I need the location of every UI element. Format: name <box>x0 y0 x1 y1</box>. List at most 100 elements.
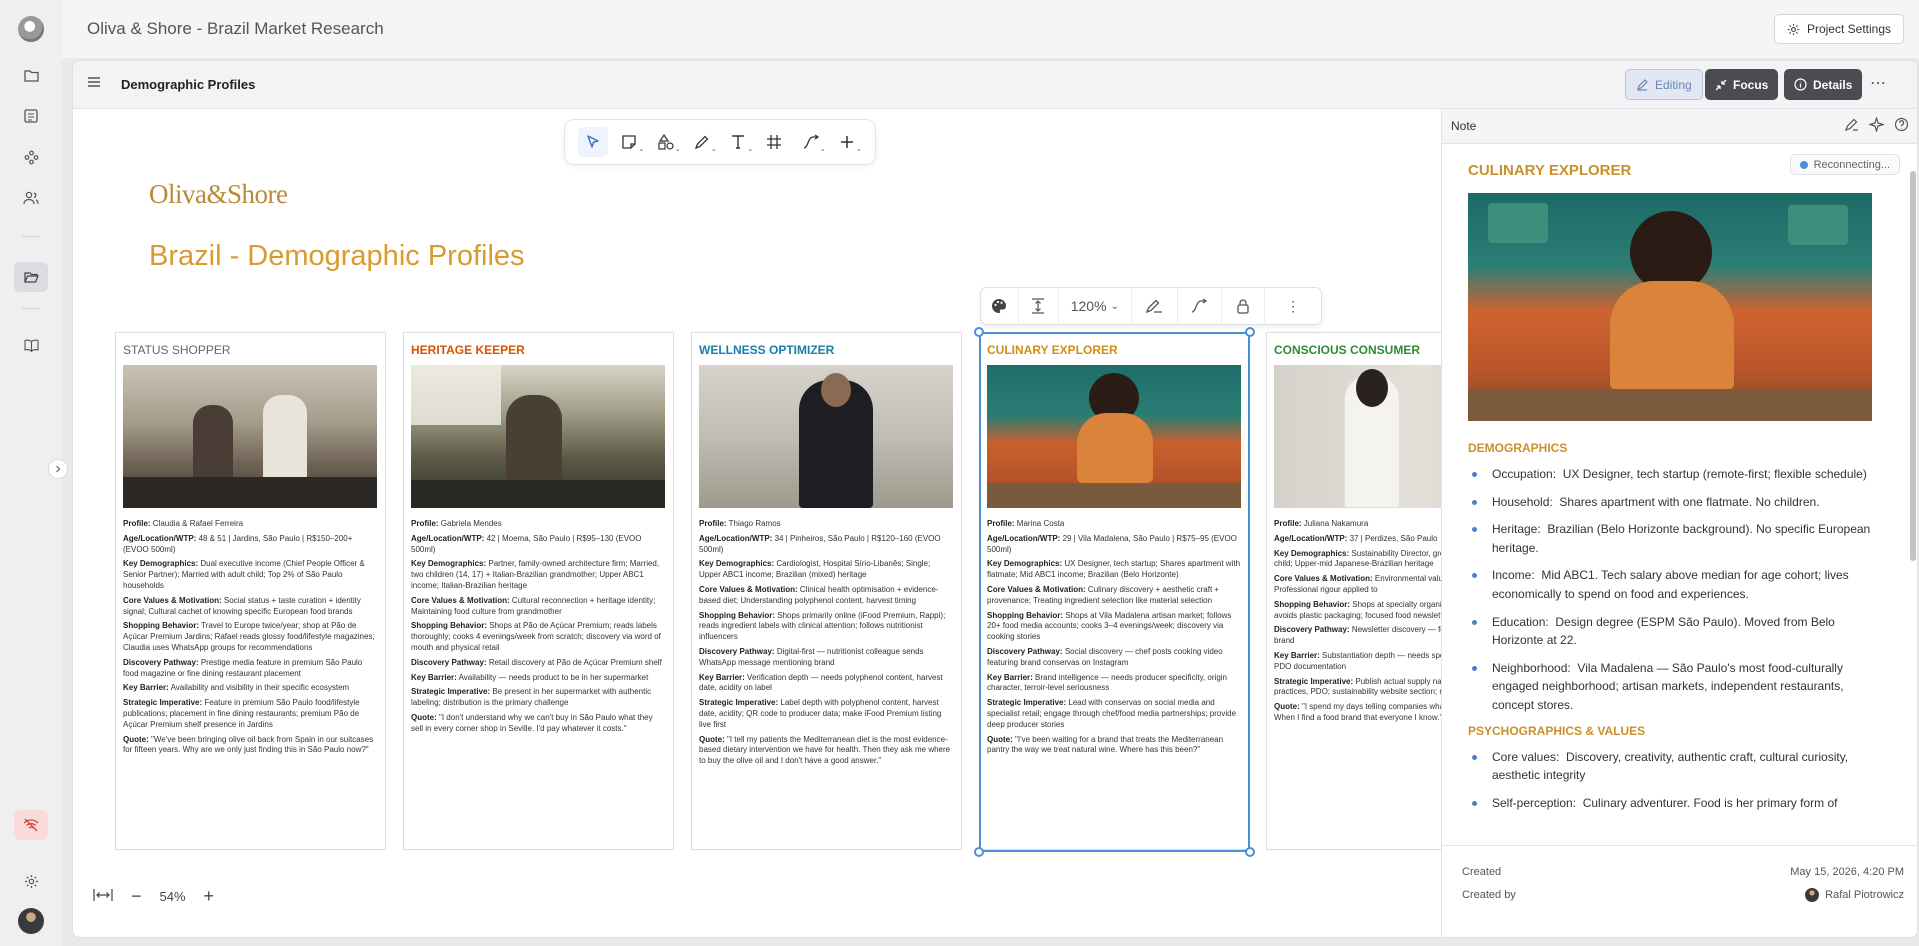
rail-divider <box>22 308 40 309</box>
note-scrollbar[interactable] <box>1909 157 1917 937</box>
card-title: WELLNESS OPTIMIZER <box>699 343 835 357</box>
editing-button[interactable]: Editing <box>1625 69 1703 100</box>
menu-icon[interactable] <box>87 75 101 93</box>
persona-card-wellness-optimizer[interactable]: WELLNESS OPTIMIZER Profile: Thiago Ramos… <box>691 332 962 850</box>
persona-card-status-shopper[interactable]: STATUS SHOPPER Profile: Claudia & Rafael… <box>115 332 386 850</box>
users-icon[interactable] <box>14 183 48 213</box>
offline-icon[interactable] <box>14 810 48 840</box>
list-item: Self-perception: Culinary adventurer. Fo… <box>1468 794 1886 813</box>
resize-handle[interactable] <box>974 847 984 857</box>
details-button[interactable]: Details <box>1784 69 1863 100</box>
network-icon[interactable] <box>14 142 48 172</box>
connector-tool-icon[interactable]: ⌄ <box>796 127 826 157</box>
card-body: Profile: Juliana Nakamura Age/Location/W… <box>1274 519 1441 722</box>
focus-button[interactable]: Focus <box>1705 69 1779 100</box>
note-header-icons <box>1844 115 1909 137</box>
expand-rail-icon[interactable] <box>48 459 68 479</box>
psychographics-list: Core values: Discovery, creativity, auth… <box>1468 748 1886 813</box>
brand-logo: Oliva&Shore <box>149 179 288 209</box>
scrollbar-thumb[interactable] <box>1910 171 1916 561</box>
list-item: Heritage: Brazilian (Belo Horizonte back… <box>1468 520 1886 557</box>
book-icon[interactable] <box>14 330 48 360</box>
created-label: Created <box>1462 866 1502 878</box>
status-dot-icon <box>1799 160 1808 169</box>
object-zoom-select[interactable]: 120% ⌄ <box>1059 287 1133 325</box>
object-toolbar: 120% ⌄ ⋮ <box>980 287 1322 325</box>
card-title: CULINARY EXPLORER <box>987 343 1118 357</box>
note-content[interactable]: Reconnecting... CULINARY EXPLORER DEMOGR… <box>1442 144 1910 844</box>
palette-icon[interactable] <box>981 287 1019 325</box>
rail-divider <box>22 236 40 237</box>
whiteboard-canvas[interactable]: ⌄ ⌄ ⌄ ⌄ ⌄ ⌄ Oliva&Shore Brazil - Demogra… <box>73 109 1441 937</box>
top-bar: Oliva & Shore - Brazil Market Research P… <box>62 0 1919 58</box>
sparkle-icon[interactable] <box>1867 115 1886 137</box>
shapes-tool-icon[interactable]: ⌄ <box>651 127 681 157</box>
list-item: Core values: Discovery, creativity, auth… <box>1468 748 1886 785</box>
avatar[interactable] <box>18 908 44 934</box>
help-icon[interactable] <box>1894 117 1909 137</box>
persona-photo <box>411 365 665 508</box>
chevron-down-icon: ⌄ <box>856 146 862 153</box>
demographics-list: Occupation: UX Designer, tech startup (r… <box>1468 465 1886 715</box>
card-title: STATUS SHOPPER <box>123 343 231 357</box>
persona-photo <box>123 365 377 508</box>
pen-tool-icon[interactable]: ⌄ <box>687 127 717 157</box>
chevron-down-icon: ⌄ <box>638 146 645 153</box>
card-body: Profile: Gabriela Mendes Age/Location/WT… <box>411 519 662 733</box>
demographics-heading: DEMOGRAPHICS <box>1468 441 1568 455</box>
list-item: Income: Mid ABC1. Tech salary above medi… <box>1468 566 1886 603</box>
gear-icon <box>1787 23 1800 35</box>
card-title: CONSCIOUS CONSUMER <box>1274 343 1421 357</box>
frame-tool-icon[interactable] <box>759 127 789 157</box>
sticky-note-tool-icon[interactable]: ⌄ <box>614 127 644 157</box>
zoom-in-icon[interactable]: + <box>204 886 215 907</box>
note-panel: Note Reconnecting... CULINARY EXPLORER D… <box>1441 109 1917 937</box>
note-pen-icon[interactable] <box>1844 117 1859 137</box>
connector-icon[interactable] <box>1178 287 1222 325</box>
more-icon[interactable]: ⋯ <box>1870 73 1887 93</box>
app-logo-icon[interactable] <box>18 16 44 42</box>
chevron-down-icon: ⌄ <box>674 146 681 153</box>
fit-width-icon[interactable] <box>93 888 113 905</box>
resize-handle[interactable] <box>974 327 984 337</box>
document-panel: Demographic Profiles Editing Focus Detai… <box>72 60 1918 938</box>
persona-card-culinary-explorer[interactable]: CULINARY EXPLORER Profile: Marina Costa … <box>979 332 1250 850</box>
chevron-down-icon: ⌄ <box>711 146 717 153</box>
persona-card-conscious-consumer[interactable]: CONSCIOUS CONSUMER Profile: Juliana Naka… <box>1266 332 1441 850</box>
note-header: Note <box>1442 109 1917 144</box>
left-rail <box>0 0 68 946</box>
persona-card-heritage-keeper[interactable]: HERITAGE KEEPER Profile: Gabriela Mendes… <box>403 332 674 850</box>
pencil-icon <box>1637 79 1648 91</box>
note-style-icon[interactable] <box>1132 287 1178 325</box>
connection-status-badge: Reconnecting... <box>1789 154 1900 175</box>
chevron-down-icon: ⌄ <box>819 146 826 153</box>
board-icon[interactable] <box>14 101 48 131</box>
open-folder-icon[interactable] <box>14 262 48 292</box>
list-item: Household: Shares apartment with one fla… <box>1468 493 1886 512</box>
panel-header: Demographic Profiles Editing Focus Detai… <box>73 61 1917 109</box>
text-tool-icon[interactable]: ⌄ <box>723 127 753 157</box>
gear-icon[interactable] <box>14 866 48 896</box>
chevron-down-icon: ⌄ <box>1110 300 1119 312</box>
author-avatar <box>1805 888 1820 902</box>
project-settings-button[interactable]: Project Settings <box>1773 14 1904 44</box>
card-body: Profile: Claudia & Rafael Ferreira Age/L… <box>123 519 375 755</box>
zoom-out-icon[interactable]: − <box>131 886 142 907</box>
lock-icon[interactable] <box>1222 287 1266 325</box>
list-item: Neighborhood: Vila Madalena — São Paulo'… <box>1468 659 1886 715</box>
fit-height-icon[interactable] <box>1019 287 1059 325</box>
resize-handle[interactable] <box>1245 327 1255 337</box>
created-by-label: Created by <box>1462 889 1516 901</box>
add-tool-icon[interactable]: ⌄ <box>832 127 862 157</box>
editing-label: Editing <box>1655 77 1692 92</box>
card-title: HERITAGE KEEPER <box>411 343 525 357</box>
zoom-level: 54% <box>159 889 186 904</box>
folder-icon[interactable] <box>14 60 48 90</box>
card-body: Profile: Thiago Ramos Age/Location/WTP: … <box>699 519 951 766</box>
select-tool-icon[interactable] <box>578 127 609 157</box>
resize-handle[interactable] <box>1245 847 1255 857</box>
note-metadata: Created May 15, 2026, 4:20 PM Created by… <box>1442 845 1917 937</box>
more-vertical-icon[interactable]: ⋮ <box>1265 287 1321 325</box>
app-title: Oliva & Shore - Brazil Market Research <box>87 19 384 38</box>
list-item: Education: Design degree (ESPM São Paulo… <box>1468 613 1886 650</box>
